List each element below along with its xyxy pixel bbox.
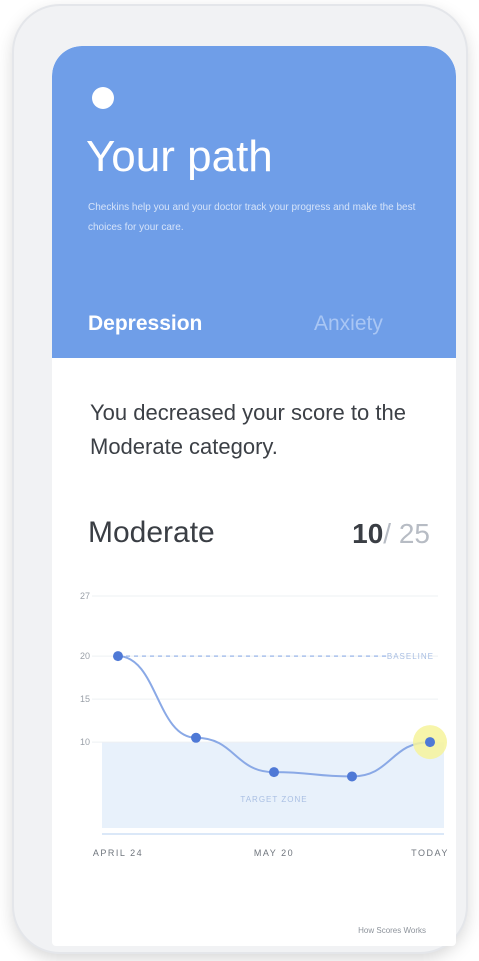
score-value: 10: [352, 518, 384, 549]
path-header: Your path Checkins help you and your doc…: [52, 46, 456, 358]
app-screen: Your path Checkins help you and your doc…: [52, 46, 456, 946]
score-readout: 10/ 25: [352, 518, 430, 550]
baseline-label: BASELINE: [387, 652, 434, 661]
data-point: [347, 771, 357, 782]
data-point: [113, 651, 123, 662]
page-title: Your path: [86, 132, 273, 181]
target-zone-band: [102, 742, 444, 828]
data-point: [269, 767, 279, 778]
y-tick-label: 27: [80, 591, 90, 601]
x-tick-label: APRIL 24: [93, 848, 143, 858]
y-tick-label: 20: [80, 651, 90, 661]
score-summary: You decreased your score to the Moderate…: [90, 400, 406, 459]
y-tick-label: 10: [80, 737, 90, 747]
y-tick-label: 15: [80, 694, 90, 704]
x-tick-label: TODAY: [411, 848, 449, 858]
target-zone-label: TARGET ZONE: [240, 795, 307, 804]
phone-frame: Your path Checkins help you and your doc…: [14, 6, 466, 952]
tab-depression[interactable]: Depression: [88, 312, 202, 336]
data-point: [191, 732, 201, 743]
how-scores-work-link[interactable]: How Scores Works: [358, 926, 426, 935]
app-logo-icon: [92, 87, 114, 109]
tab-anxiety[interactable]: Anxiety: [314, 312, 383, 336]
page-subtitle: Checkins help you and your doctor track …: [88, 202, 416, 233]
score-history-chart: TARGET ZONE 27 20 15 10 BASELINE APRIL 24 MAY 2…: [80, 591, 449, 858]
score-separator: /: [383, 518, 392, 549]
x-tick-label: MAY 20: [254, 848, 294, 858]
score-max: 25: [398, 518, 430, 549]
data-point: [425, 737, 435, 748]
score-category: Moderate: [88, 516, 215, 549]
